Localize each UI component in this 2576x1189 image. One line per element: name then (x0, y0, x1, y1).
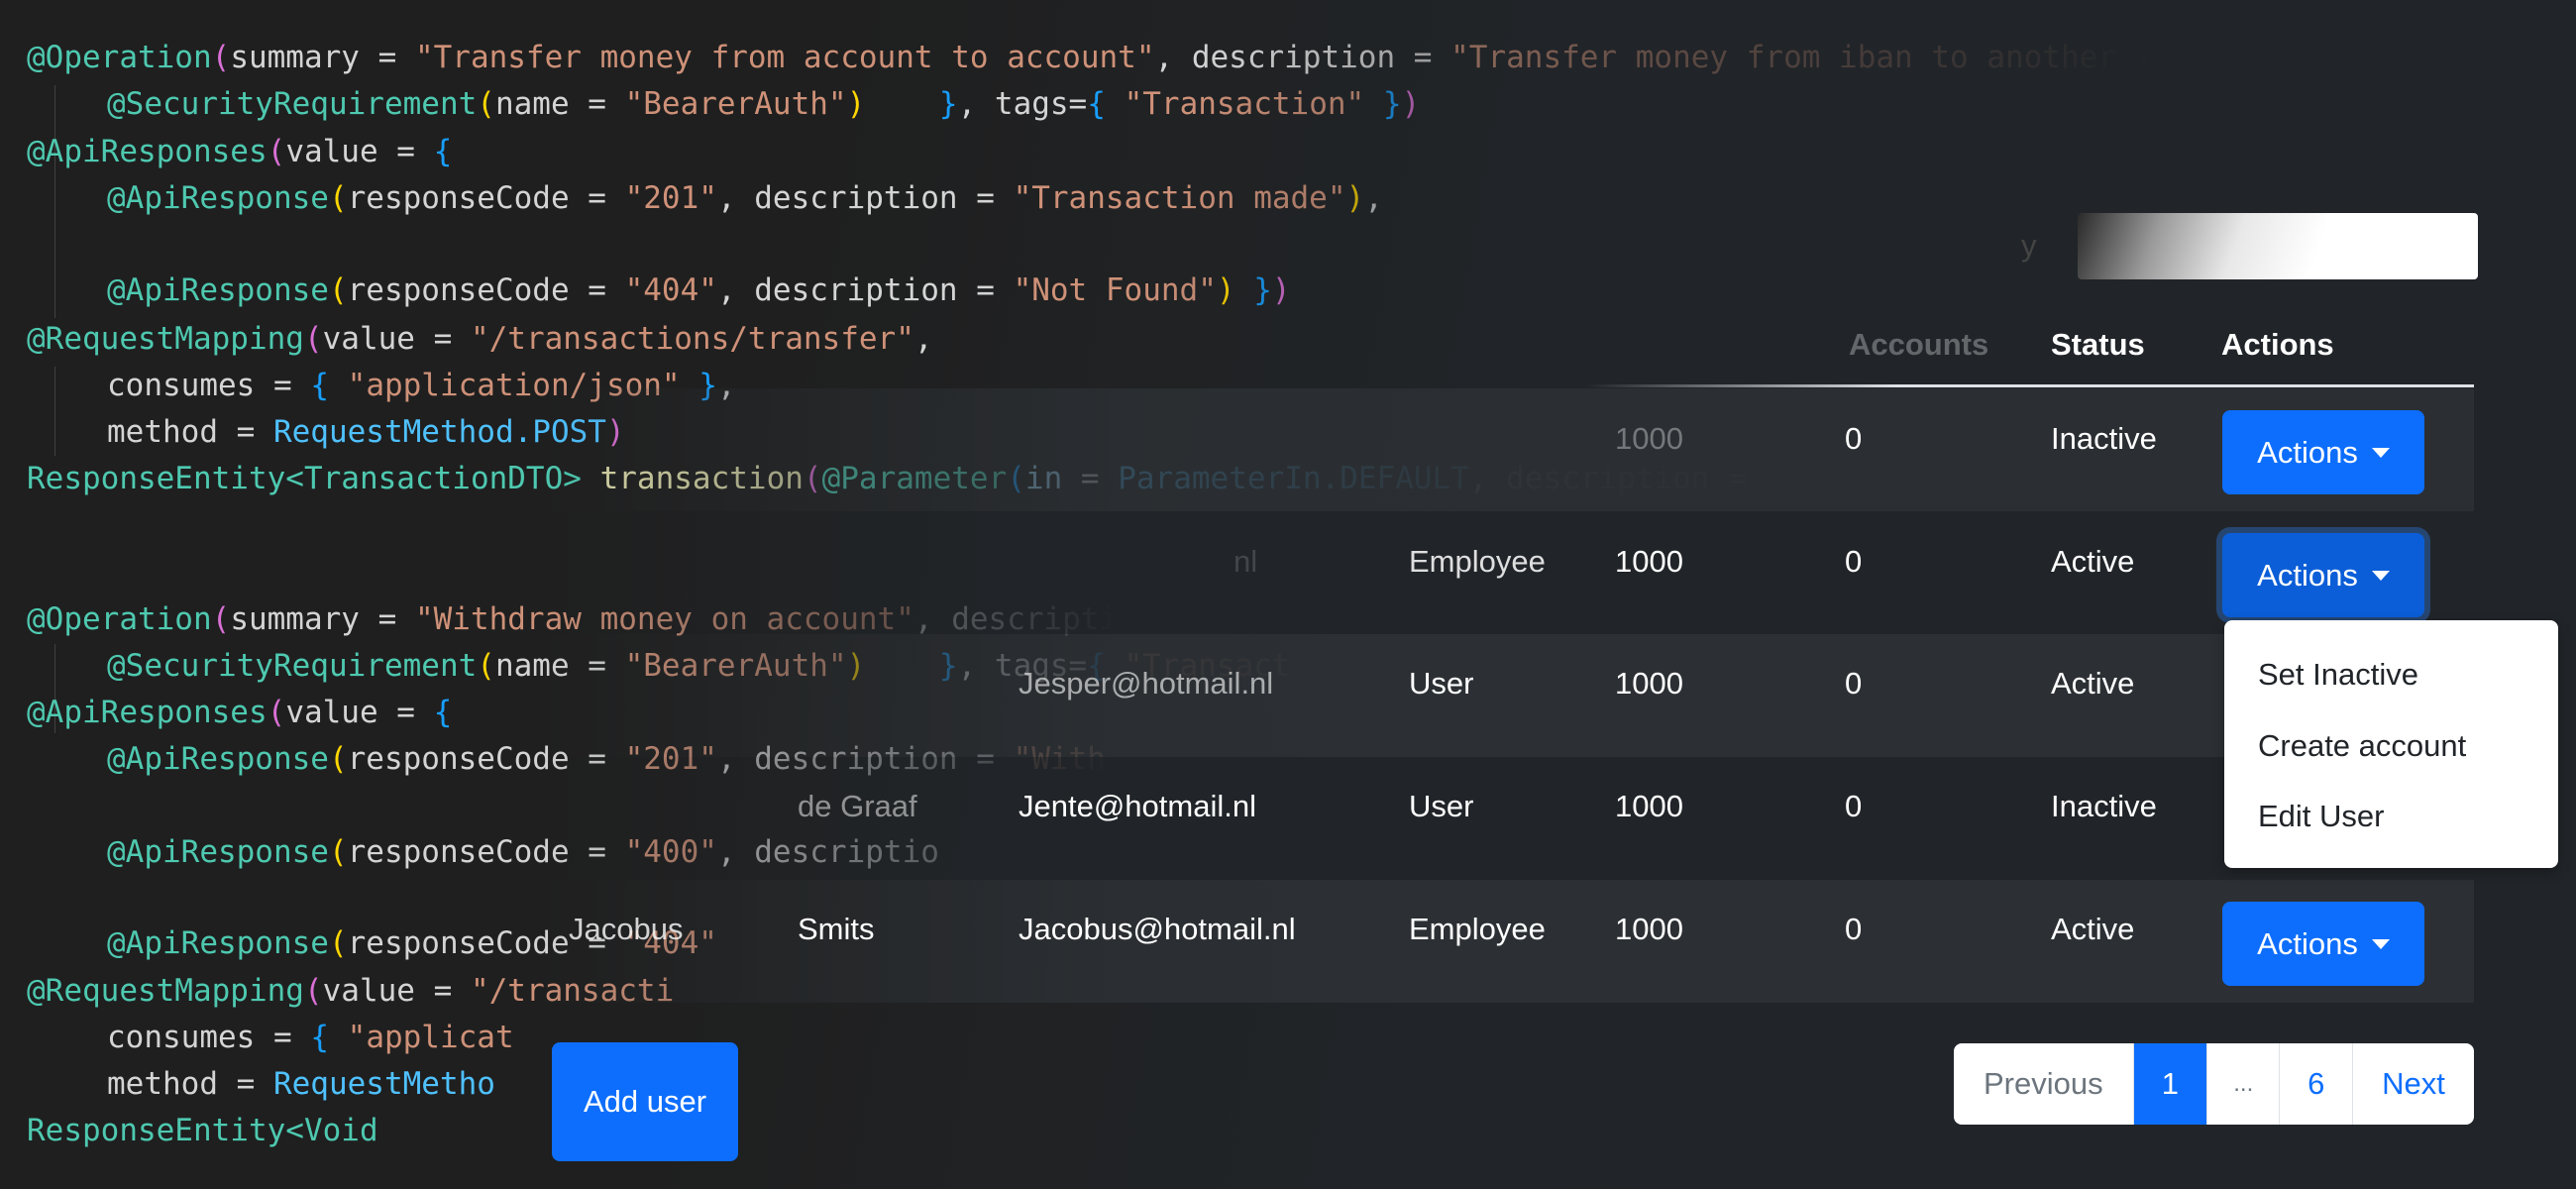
accounts-cell: 0 (1845, 544, 1863, 579)
code-line: @Operation(summary = "Transfer money fro… (27, 40, 2413, 75)
status-cell: Active (2051, 912, 2135, 946)
pagination-page-last[interactable]: 6 (2280, 1043, 2353, 1125)
first-name-cell: Jacobus (569, 912, 684, 946)
status-cell: Active (2051, 544, 2135, 579)
status-cell: Active (2051, 666, 2135, 701)
balance-cell: 1000 (1615, 666, 1683, 701)
email-cell: Jente@hotmail.nl (1019, 789, 1256, 823)
indent-guide (54, 85, 55, 318)
actions-label: Actions (2257, 434, 2358, 470)
code-line: @ApiResponse(responseCode = "201", descr… (107, 180, 1383, 216)
header-divider (1585, 384, 2474, 387)
accounts-cell: 0 (1845, 421, 1863, 456)
role-cell: User (1409, 789, 1474, 823)
column-header-status: Status (2051, 327, 2145, 362)
search-label: y (2021, 228, 2037, 263)
table-row-bg (535, 634, 2474, 757)
caret-down-icon (2371, 447, 2390, 458)
accounts-cell: 0 (1845, 666, 1863, 701)
balance-cell: 1000 (1615, 912, 1683, 946)
pagination-ellipsis: ... (2207, 1043, 2281, 1125)
actions-dropdown-button[interactable]: Actions (2222, 902, 2424, 986)
actions-dropdown-button-open[interactable]: Actions (2222, 533, 2424, 617)
menu-item-create-account[interactable]: Create account (2258, 726, 2466, 766)
code-line: @RequestMapping(value = "/transactions/t… (27, 321, 933, 357)
code-line: @ApiResponses(value = { (27, 695, 453, 730)
balance-cell: 1000 (1615, 421, 1683, 456)
role-cell: Employee (1409, 912, 1546, 946)
actions-label: Actions (2257, 925, 2358, 961)
code-line: @ApiResponses(value = { (27, 134, 453, 169)
email-cell: nl (1234, 544, 1258, 579)
menu-item-edit-user[interactable]: Edit User (2258, 797, 2384, 836)
email-cell: Jacobus@hotmail.nl (1019, 912, 1296, 946)
code-line: @ApiResponse(responseCode = "404", descr… (107, 272, 1291, 308)
pagination-page-current[interactable]: 1 (2133, 1043, 2208, 1125)
menu-item-set-inactive[interactable]: Set Inactive (2258, 655, 2418, 695)
caret-down-icon (2371, 570, 2390, 581)
add-user-button[interactable]: Add user (552, 1042, 738, 1161)
status-cell: Inactive (2051, 789, 2157, 823)
column-header-accounts: Accounts (1849, 327, 1989, 362)
pagination-next[interactable]: Next (2353, 1043, 2474, 1125)
search-input[interactable] (2078, 213, 2478, 279)
balance-cell: 1000 (1615, 789, 1683, 823)
last-name-cell: de Graaf (798, 789, 917, 823)
email-cell: Jesper@hotmail.nl (1019, 666, 1274, 701)
balance-cell: 1000 (1615, 544, 1683, 579)
pagination-previous[interactable]: Previous (1954, 1043, 2134, 1125)
table-row-bg (535, 388, 2474, 511)
code-line: consumes = { "applicat (107, 1020, 514, 1055)
accounts-cell: 0 (1845, 789, 1863, 823)
column-header-actions: Actions (2221, 327, 2334, 362)
code-line: ResponseEntity<Void (27, 1113, 378, 1148)
actions-label: Actions (2257, 557, 2358, 593)
code-line: method = RequestMetho (107, 1066, 495, 1102)
actions-dropdown-menu: Set Inactive Create account Edit User (2224, 620, 2558, 868)
role-cell: Employee (1409, 544, 1546, 579)
actions-dropdown-button[interactable]: Actions (2222, 410, 2424, 494)
role-cell: User (1409, 666, 1474, 701)
accounts-cell: 0 (1845, 912, 1863, 946)
pagination: Previous 1 ... 6 Next (1954, 1043, 2474, 1125)
code-line: @SecurityRequirement(name = "BearerAuth"… (107, 86, 1421, 122)
indent-guide (54, 367, 55, 456)
status-cell: Inactive (2051, 421, 2157, 456)
caret-down-icon (2371, 938, 2390, 949)
last-name-cell: Smits (798, 912, 875, 946)
